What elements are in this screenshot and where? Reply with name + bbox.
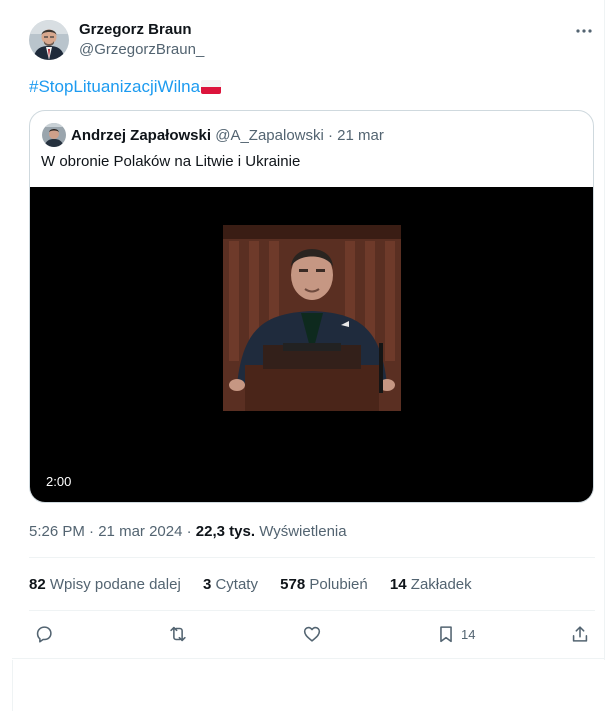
- quoted-author-handle: @A_Zapalowski: [215, 127, 324, 144]
- share-icon: [572, 626, 588, 642]
- tweet-detail: Grzegorz Braun @GrzegorzBraun_ #StopLitu…: [0, 0, 605, 711]
- bookmarks-count: 14: [389, 576, 407, 593]
- bookmark-icon: [440, 626, 452, 643]
- repost-icon: [170, 626, 186, 642]
- views-count: 22,3 tys.: [195, 523, 256, 540]
- tweet-timestamp: 5:26 PM · 21 mar 2024 · 22,3 tys. Wyświe…: [29, 523, 347, 540]
- divider: [29, 557, 595, 558]
- bookmark-button[interactable]: 14: [435, 623, 475, 645]
- quotes-label: Cytaty: [215, 576, 258, 593]
- video-player[interactable]: 2:00: [30, 187, 593, 502]
- tweet-text: #StopLituanizacjiWilna: [29, 77, 222, 97]
- engagement-stats: 82 Wpisy podane dalej 3 Cytaty 578 Polub…: [29, 576, 490, 593]
- likes-count: 578: [280, 576, 306, 593]
- views-label: Wyświetlenia: [259, 523, 347, 540]
- quoted-tweet-card[interactable]: Andrzej Zapałowski @A_Zapalowski · 21 ma…: [29, 110, 594, 503]
- quoted-header: Andrzej Zapałowski @A_Zapalowski · 21 ma…: [71, 127, 384, 144]
- likes-label: Polubień: [309, 576, 368, 593]
- like-button[interactable]: [301, 623, 323, 645]
- video-thumbnail: [223, 225, 401, 411]
- hashtag-link[interactable]: #StopLituanizacjiWilna: [29, 77, 200, 96]
- author-handle[interactable]: @GrzegorzBraun_: [79, 41, 204, 58]
- reposts-stat[interactable]: 82 Wpisy podane dalej: [29, 576, 181, 593]
- reposts-label: Wpisy podane dalej: [49, 576, 181, 593]
- video-duration: 2:00: [46, 474, 72, 489]
- quoted-author-avatar: [42, 123, 66, 147]
- poland-flag-icon: [201, 80, 222, 94]
- separator-dot: ·: [186, 523, 192, 540]
- repost-button[interactable]: [167, 623, 189, 645]
- reply-button[interactable]: [33, 623, 55, 645]
- post-time[interactable]: 5:26 PM: [29, 523, 85, 540]
- separator-dot: ·: [328, 127, 333, 144]
- bookmarks-stat[interactable]: 14 Zakładek: [390, 576, 472, 593]
- bookmarks-label: Zakładek: [410, 576, 472, 593]
- quoted-author-name: Andrzej Zapałowski: [71, 127, 212, 144]
- author-name[interactable]: Grzegorz Braun: [79, 21, 192, 38]
- more-options-icon[interactable]: [572, 22, 596, 40]
- column-border-bottom: [12, 658, 605, 659]
- likes-stat[interactable]: 578 Polubień: [280, 576, 368, 593]
- heart-icon: [303, 626, 321, 642]
- share-button[interactable]: [569, 623, 591, 645]
- quoted-text: W obronie Polaków na Litwie i Ukrainie: [41, 153, 301, 170]
- quoted-date: 21 mar: [337, 127, 384, 144]
- quotes-stat[interactable]: 3 Cytaty: [203, 576, 258, 593]
- post-date[interactable]: 21 mar 2024: [98, 523, 182, 540]
- reposts-count: 82: [29, 576, 46, 593]
- bookmark-count: 14: [461, 626, 476, 642]
- reply-icon: [36, 626, 52, 643]
- quotes-count: 3: [202, 576, 212, 593]
- author-avatar[interactable]: [29, 20, 69, 60]
- divider: [29, 610, 595, 611]
- column-border-left: [12, 660, 13, 711]
- separator-dot: ·: [89, 523, 95, 540]
